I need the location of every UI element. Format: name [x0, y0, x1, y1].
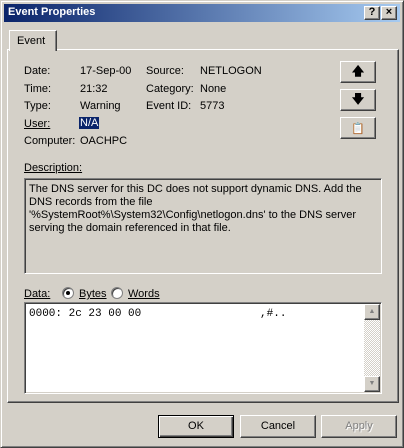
- scroll-down-icon: ▼: [368, 380, 376, 387]
- event-id-label: Event ID:: [146, 100, 192, 112]
- previous-event-button[interactable]: 🡅: [340, 61, 376, 83]
- tab-event[interactable]: Event: [9, 30, 57, 51]
- source-label: Source:: [146, 65, 184, 77]
- type-label: Type:: [24, 100, 51, 112]
- data-textbox[interactable]: 0000: 2c 23 00 00 ,#.. ▲ ▼: [24, 302, 382, 394]
- next-event-button[interactable]: 🡇: [340, 89, 376, 111]
- description-textbox[interactable]: The DNS server for this DC does not supp…: [24, 178, 382, 274]
- date-value: 17-Sep-00: [80, 65, 132, 77]
- arrow-down-icon: 🡇: [351, 91, 365, 106]
- scroll-up-button[interactable]: ▲: [364, 304, 380, 320]
- help-button[interactable]: ?: [364, 6, 380, 20]
- computer-label: Computer:: [24, 135, 76, 147]
- data-label: Data:: [24, 288, 51, 300]
- arrow-up-icon: 🡅: [351, 63, 365, 78]
- copy-icon: 📋: [351, 122, 365, 135]
- words-radio-label[interactable]: Words: [128, 288, 160, 300]
- ok-button[interactable]: OK: [158, 415, 234, 438]
- description-label: Description:: [24, 162, 83, 174]
- category-label: Category:: [146, 83, 194, 95]
- type-value: Warning: [80, 100, 121, 112]
- data-scrollbar[interactable]: ▲ ▼: [364, 304, 380, 392]
- scroll-up-icon: ▲: [368, 308, 376, 315]
- close-icon: ×: [385, 6, 393, 18]
- user-label: User:: [24, 118, 51, 130]
- time-value: 21:32: [80, 83, 108, 95]
- window-title: Event Properties: [8, 6, 96, 18]
- event-id-value: 5773: [200, 100, 225, 112]
- event-properties-window: Event Properties ? × Event Date: 17-Sep-…: [0, 0, 404, 448]
- bytes-radio[interactable]: [62, 287, 74, 299]
- data-line: 0000: 2c 23 00 00 ,#..: [29, 308, 287, 320]
- description-text: The DNS server for this DC does not supp…: [29, 183, 362, 234]
- tab-event-label: Event: [17, 35, 46, 47]
- scroll-down-button[interactable]: ▼: [364, 376, 380, 392]
- title-bar[interactable]: Event Properties ? ×: [4, 4, 400, 22]
- words-radio[interactable]: [111, 287, 123, 299]
- cancel-button[interactable]: Cancel: [240, 415, 316, 438]
- close-button[interactable]: ×: [381, 6, 397, 20]
- user-value[interactable]: N/A: [79, 117, 100, 129]
- help-icon: ?: [368, 6, 376, 18]
- copy-button[interactable]: 📋: [340, 117, 376, 139]
- time-label: Time:: [24, 83, 52, 95]
- category-value: None: [200, 83, 227, 95]
- date-label: Date:: [24, 65, 51, 77]
- computer-value: OACHPC: [80, 135, 128, 147]
- bytes-radio-label[interactable]: Bytes: [79, 288, 107, 300]
- apply-button[interactable]: Apply: [321, 415, 397, 438]
- source-value: NETLOGON: [200, 65, 262, 77]
